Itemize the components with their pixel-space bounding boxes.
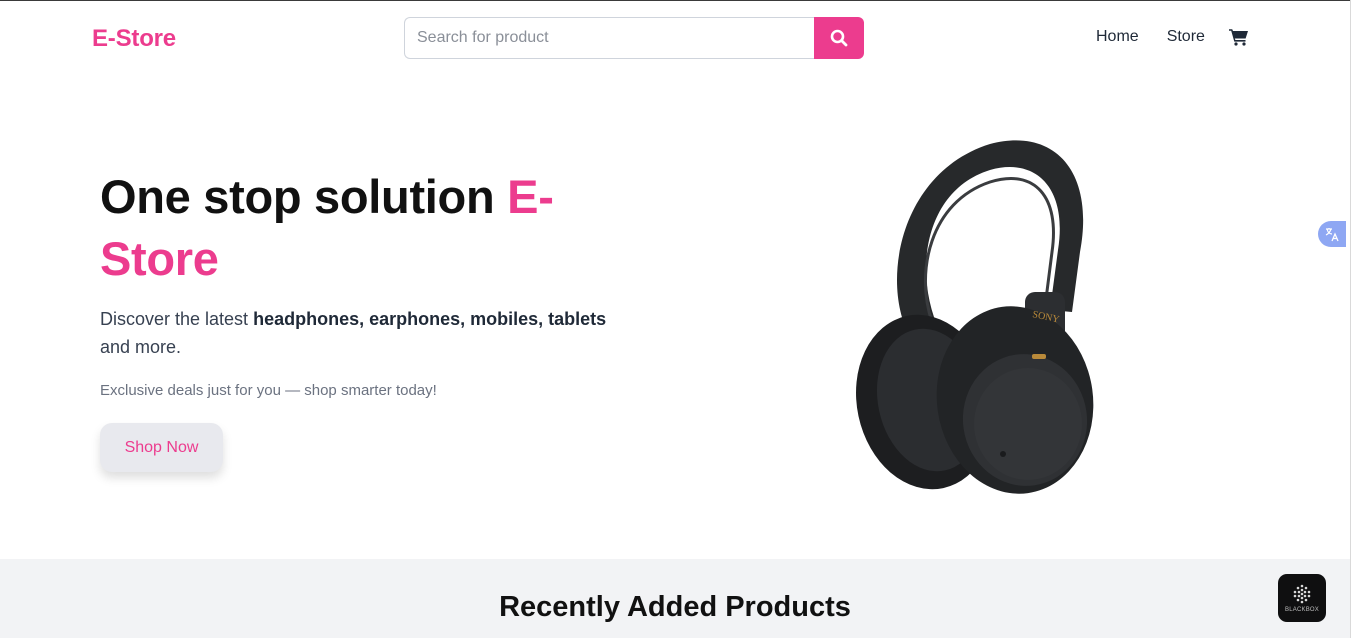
search-button[interactable]	[814, 17, 864, 59]
blackbox-icon	[1293, 584, 1311, 604]
hero-desc-suffix: and more.	[100, 337, 182, 357]
main-nav: Home Store	[1096, 28, 1249, 46]
site-header: E-Store Home Store	[0, 0, 1350, 78]
nav-home-link[interactable]: Home	[1096, 28, 1139, 46]
blackbox-label: BLACKBOX	[1285, 607, 1319, 613]
shop-now-button[interactable]: Shop Now	[100, 423, 223, 472]
hero-title-main: One stop solution	[100, 170, 495, 223]
nav-store-link[interactable]: Store	[1167, 28, 1205, 46]
window-right-edge	[1350, 0, 1355, 638]
search-bar	[404, 17, 864, 59]
recent-products-heading: Recently Added Products	[499, 591, 851, 623]
hero-title-accent-2: Store	[100, 232, 219, 285]
headphones-product-image: SONY	[856, 140, 1094, 494]
translate-widget[interactable]	[1318, 221, 1346, 247]
hero-title-accent-1: E-	[507, 170, 554, 223]
cart-button[interactable]	[1228, 28, 1249, 46]
search-icon	[830, 29, 848, 47]
hero-subtitle: Exclusive deals just for you — shop smar…	[100, 382, 437, 399]
hero-title: One stop solution E- Store	[100, 166, 620, 290]
blackbox-widget[interactable]: BLACKBOX	[1278, 574, 1326, 622]
site-logo[interactable]: E-Store	[92, 25, 176, 53]
hero-desc-categories: headphones, earphones, mobiles, tablets	[253, 309, 607, 329]
hero-desc-prefix: Discover the latest	[100, 309, 249, 329]
hero-description: Discover the latest headphones, earphone…	[100, 305, 620, 361]
cart-icon	[1228, 29, 1248, 46]
translate-icon	[1325, 228, 1339, 242]
search-input[interactable]	[404, 17, 814, 59]
recent-products-section: Recently Added Products	[0, 559, 1350, 638]
